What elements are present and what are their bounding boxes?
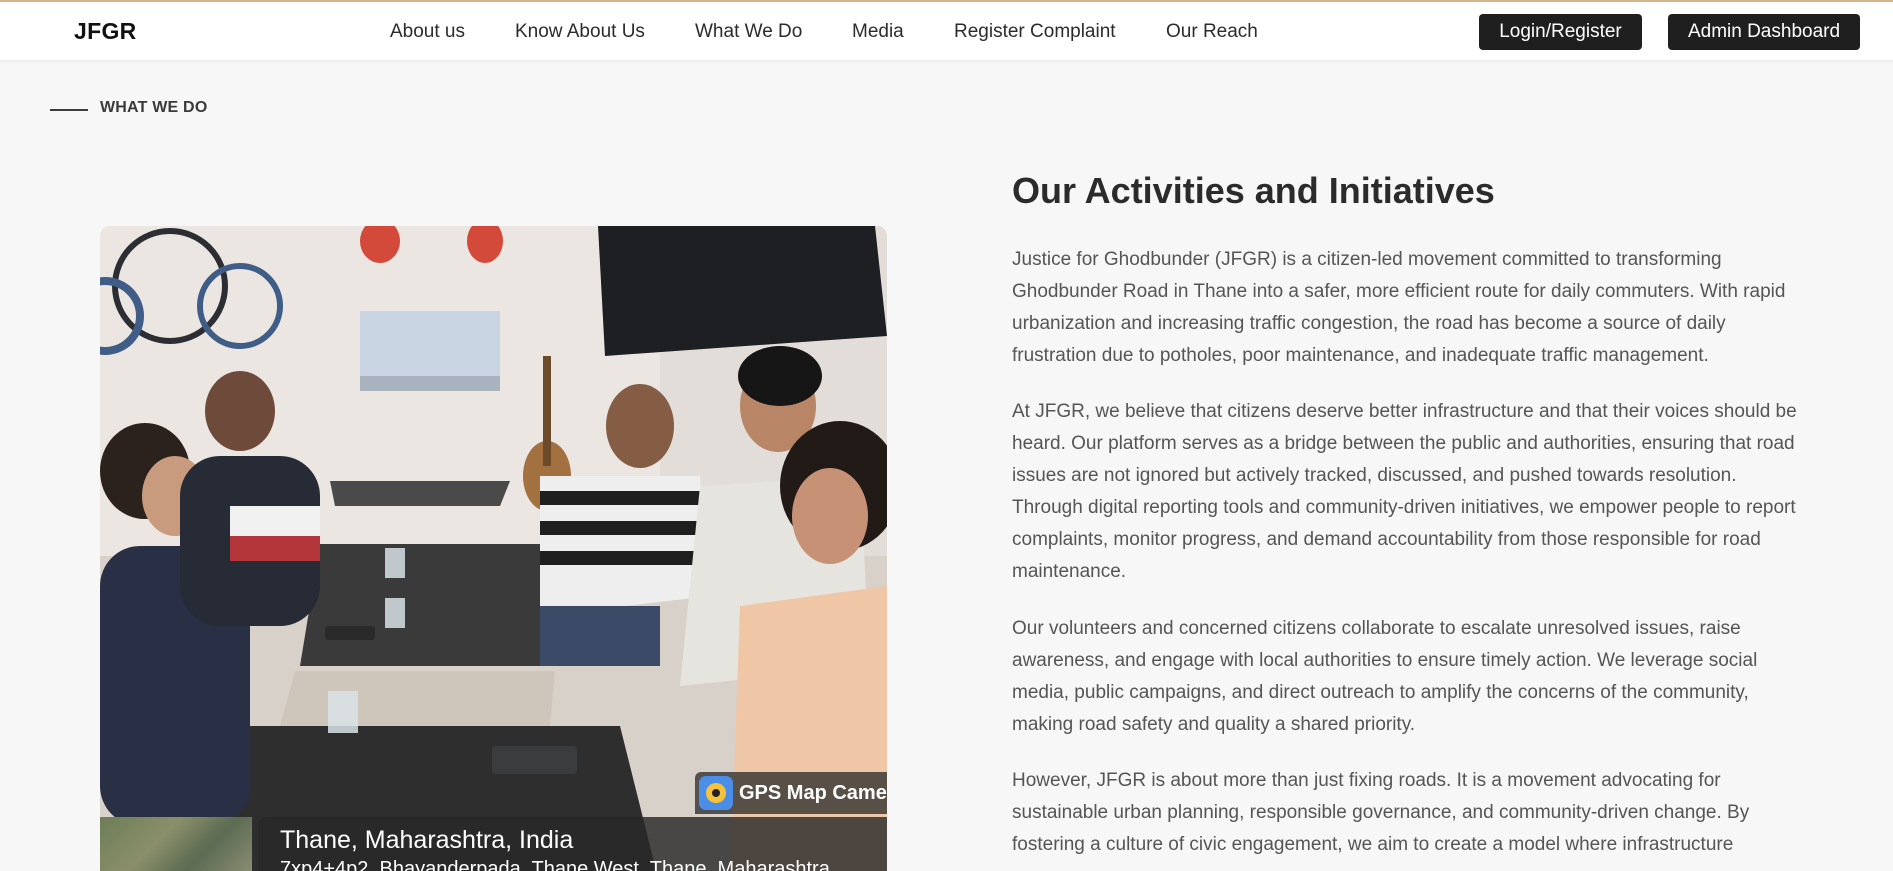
geo-stamp: Thane, Maharashtra, India 7xp4+4p2, Bhay… — [100, 817, 887, 871]
paragraph-3: Our volunteers and concerned citizens co… — [1012, 618, 1758, 735]
brand-logo[interactable]: JFGR — [74, 18, 137, 45]
nav-what-we-do[interactable]: What We Do — [695, 21, 802, 43]
activity-photo: GPS Map Came Thane, Maharashtra, India 7… — [100, 226, 887, 871]
admin-dashboard-button[interactable]: Admin Dashboard — [1668, 14, 1860, 50]
nav-register-complaint[interactable]: Register Complaint — [954, 21, 1116, 43]
nav-about-us[interactable]: About us — [390, 21, 465, 43]
satellite-map-thumbnail — [100, 817, 252, 871]
gps-camera-logo-icon — [699, 776, 733, 810]
login-register-button[interactable]: Login/Register — [1479, 14, 1642, 50]
gps-app-label: GPS Map Came — [739, 781, 887, 804]
top-navbar: JFGR About us Know About Us What We Do M… — [0, 0, 1893, 60]
nav-know-about-us[interactable]: Know About Us — [515, 21, 645, 43]
paragraph-2: At JFGR, we believe that citizens deserv… — [1012, 401, 1797, 582]
nav-our-reach[interactable]: Our Reach — [1166, 21, 1258, 43]
nav-media[interactable]: Media — [852, 21, 904, 43]
paragraph-4: However, JFGR is about more than just fi… — [1012, 770, 1750, 855]
geo-city: Thane, Maharashtra, India — [280, 826, 574, 854]
eyebrow-divider — [50, 109, 88, 111]
section-eyebrow: WHAT WE DO — [100, 99, 208, 116]
geo-info-panel: Thane, Maharashtra, India 7xp4+4p2, Bhay… — [258, 817, 887, 871]
paragraph-1: Justice for Ghodbunder (JFGR) is a citiz… — [1012, 249, 1786, 366]
gps-camera-tag: GPS Map Came — [695, 772, 887, 814]
section-heading: Our Activities and Initiatives — [1012, 170, 1495, 211]
geo-address: 7xp4+4p2, Bhayanderpada, Thane West, Tha… — [280, 858, 830, 871]
